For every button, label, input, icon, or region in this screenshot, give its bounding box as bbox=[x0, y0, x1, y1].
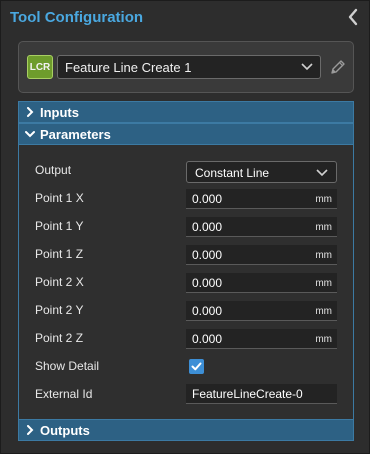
tool-type-badge: LCR bbox=[27, 55, 53, 79]
edit-tool-button[interactable] bbox=[328, 57, 348, 77]
point2x-unit: mm bbox=[315, 278, 332, 289]
point2z-value: 0.000 bbox=[192, 332, 223, 346]
chevron-down-icon bbox=[25, 131, 35, 138]
section-parameters-header[interactable]: Parameters bbox=[18, 123, 354, 145]
chevron-down-icon bbox=[316, 169, 328, 177]
point1x-unit: mm bbox=[315, 194, 332, 205]
output-label: Output bbox=[35, 163, 72, 177]
point2y-unit: mm bbox=[315, 306, 332, 317]
section-outputs-header[interactable]: Outputs bbox=[18, 419, 354, 441]
point2x-label: Point 2 X bbox=[35, 275, 84, 289]
point1y-field[interactable]: 0.000 mm bbox=[186, 217, 337, 237]
chevron-left-icon bbox=[348, 8, 358, 26]
show-detail-checkbox[interactable] bbox=[189, 359, 204, 374]
tool-select-value: Feature Line Create 1 bbox=[65, 60, 192, 75]
point1y-unit: mm bbox=[315, 222, 332, 233]
section-inputs-header[interactable]: Inputs bbox=[18, 101, 354, 123]
point1x-field[interactable]: 0.000 mm bbox=[186, 189, 337, 209]
external-id-label: External Id bbox=[35, 387, 93, 401]
tool-configuration-panel: Tool Configuration LCR Feature Line Crea… bbox=[0, 0, 370, 454]
point1z-value: 0.000 bbox=[192, 248, 223, 262]
tool-select-dropdown[interactable]: Feature Line Create 1 bbox=[57, 55, 321, 79]
point1x-label: Point 1 X bbox=[35, 191, 84, 205]
output-dropdown[interactable]: Constant Line bbox=[186, 161, 337, 183]
checkmark-icon bbox=[191, 362, 202, 371]
external-id-value: FeatureLineCreate-0 bbox=[192, 387, 303, 401]
section-inputs-label: Inputs bbox=[40, 105, 79, 120]
point2z-label: Point 2 Z bbox=[35, 331, 84, 345]
title-bar: Tool Configuration bbox=[1, 1, 369, 35]
output-value: Constant Line bbox=[195, 166, 270, 180]
point2y-label: Point 2 Y bbox=[35, 303, 84, 317]
point2z-field[interactable]: 0.000 mm bbox=[186, 329, 337, 349]
external-id-field[interactable]: FeatureLineCreate-0 bbox=[186, 384, 337, 404]
point1y-label: Point 1 Y bbox=[35, 219, 84, 233]
tool-selector-box: LCR Feature Line Create 1 bbox=[18, 41, 354, 93]
point1x-value: 0.000 bbox=[192, 192, 223, 206]
point1z-field[interactable]: 0.000 mm bbox=[186, 245, 337, 265]
point1z-label: Point 1 Z bbox=[35, 247, 84, 261]
pencil-icon bbox=[331, 60, 345, 74]
panel-title: Tool Configuration bbox=[10, 9, 144, 26]
section-parameters-label: Parameters bbox=[40, 127, 111, 142]
point1y-value: 0.000 bbox=[192, 220, 223, 234]
chevron-down-icon bbox=[301, 63, 313, 71]
point1z-unit: mm bbox=[315, 250, 332, 261]
chevron-right-icon bbox=[27, 425, 34, 435]
show-detail-label: Show Detail bbox=[35, 359, 100, 373]
point2x-field[interactable]: 0.000 mm bbox=[186, 273, 337, 293]
point2y-value: 0.000 bbox=[192, 304, 223, 318]
point2x-value: 0.000 bbox=[192, 276, 223, 290]
section-outputs-label: Outputs bbox=[40, 423, 90, 438]
chevron-right-icon bbox=[27, 107, 34, 117]
collapse-button[interactable] bbox=[345, 7, 361, 27]
point2z-unit: mm bbox=[315, 334, 332, 345]
point2y-field[interactable]: 0.000 mm bbox=[186, 301, 337, 321]
